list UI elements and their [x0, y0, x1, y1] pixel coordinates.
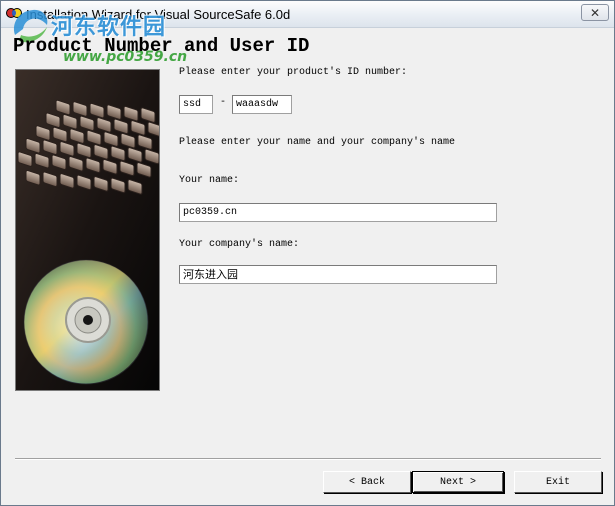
exit-button[interactable]: Exit [514, 471, 602, 493]
name-company-prompt: Please enter your name and your company'… [179, 137, 456, 148]
product-id-part2-input[interactable]: waaasdw [232, 95, 292, 114]
product-id-prompt: Please enter your product's ID number: [179, 67, 408, 78]
name-input[interactable]: pc0359.cn [179, 203, 497, 222]
installer-window: Installation Wizard for Visual SourceSaf… [0, 0, 615, 506]
product-id-separator: - [220, 97, 227, 108]
next-button[interactable]: Next > [412, 471, 504, 493]
close-icon: ✕ [589, 5, 601, 20]
page-title: Product Number and User ID [13, 35, 310, 57]
back-button[interactable]: < Back [323, 471, 411, 493]
company-input[interactable]: 河东进入园 [179, 265, 497, 284]
footer-separator [15, 458, 601, 460]
wizard-illustration [15, 69, 160, 391]
cd-keyboard-illustration [16, 70, 159, 390]
product-id-part1-input[interactable]: ssd [179, 95, 213, 114]
close-button[interactable]: ✕ [581, 4, 609, 21]
company-label: Your company's name: [179, 239, 300, 250]
name-label: Your name: [179, 175, 240, 186]
